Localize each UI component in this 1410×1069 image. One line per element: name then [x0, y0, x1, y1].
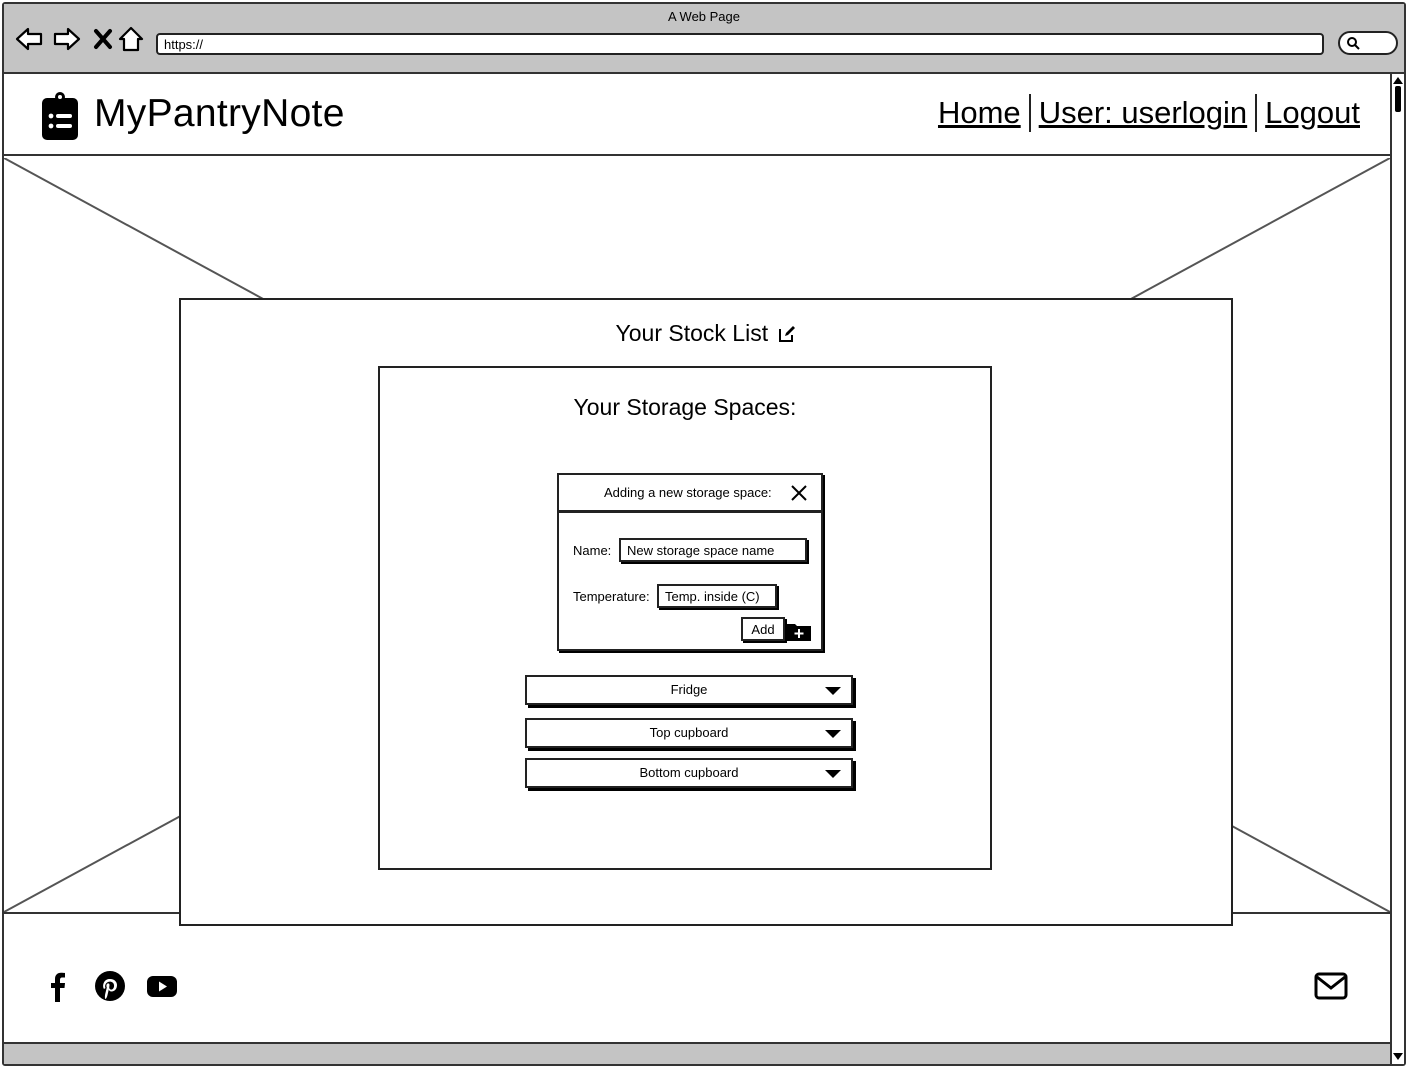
forward-arrow-icon	[53, 27, 81, 51]
forward-button[interactable]	[52, 24, 82, 54]
storage-item-top-cupboard[interactable]: Top cupboard	[525, 718, 853, 748]
modal-title: Adding a new storage space:	[604, 485, 772, 500]
storage-item-label: Bottom cupboard	[639, 765, 739, 780]
stock-list-heading: Your Stock List	[181, 320, 1231, 347]
mail-icon[interactable]	[1314, 972, 1348, 1000]
clipboard-list-icon	[42, 92, 78, 140]
browser-search-button[interactable]	[1338, 31, 1398, 55]
vertical-scrollbar[interactable]	[1390, 74, 1404, 1064]
edit-icon[interactable]	[778, 325, 796, 343]
youtube-icon[interactable]	[146, 970, 178, 1002]
page-viewport: MyPantryNote Home User: userlogin Logout…	[4, 74, 1390, 1042]
storage-item-label: Fridge	[670, 682, 708, 697]
chevron-down-icon	[825, 730, 841, 738]
browser-toolbar: A Web Page https://	[4, 4, 1404, 74]
storage-item-fridge[interactable]: Fridge	[525, 675, 853, 705]
main-nav: Home User: userlogin Logout	[930, 94, 1368, 132]
url-bar[interactable]: https://	[156, 33, 1324, 55]
scroll-up-icon[interactable]	[1393, 77, 1403, 84]
chevron-down-icon	[825, 687, 841, 695]
add-storage-modal: Adding a new storage space: Name: Temper…	[557, 473, 823, 651]
storage-item-label: Top cupboard	[649, 725, 729, 740]
scrollbar-thumb[interactable]	[1395, 86, 1401, 112]
temperature-label: Temperature:	[573, 589, 650, 604]
scroll-down-icon[interactable]	[1393, 1053, 1403, 1060]
pinterest-icon[interactable]	[94, 970, 126, 1002]
hero-image-placeholder: Your Stock List Your Storage Spaces: Add…	[4, 158, 1390, 926]
social-links	[42, 970, 178, 1002]
home-button[interactable]	[116, 24, 146, 54]
site-header: MyPantryNote Home User: userlogin Logout	[4, 74, 1390, 156]
facebook-icon[interactable]	[42, 970, 74, 1002]
storage-spaces-title: Your Storage Spaces:	[573, 394, 797, 420]
brand-name[interactable]: MyPantryNote	[94, 92, 345, 136]
site-footer	[4, 916, 1390, 1042]
browser-window: A Web Page https:// MyPantryNote Home Us…	[2, 2, 1406, 1066]
window-title: A Web Page	[667, 9, 741, 24]
storage-item-bottom-cupboard[interactable]: Bottom cupboard	[525, 758, 853, 788]
stock-list-panel: Your Stock List Your Storage Spaces: Add…	[179, 298, 1233, 926]
nav-logout-link[interactable]: Logout	[1257, 95, 1368, 131]
storage-name-input[interactable]	[619, 538, 807, 562]
chevron-down-icon	[825, 770, 841, 778]
home-icon	[118, 26, 144, 52]
search-icon	[1347, 37, 1360, 50]
nav-user-link[interactable]: User: userlogin	[1031, 95, 1255, 131]
close-icon[interactable]	[789, 483, 809, 503]
storage-spaces-panel: Your Storage Spaces: Adding a new storag…	[378, 366, 992, 870]
back-button[interactable]	[14, 24, 44, 54]
stock-list-title: Your Stock List	[615, 320, 769, 346]
name-label: Name:	[573, 543, 612, 558]
stop-button[interactable]	[88, 24, 118, 54]
nav-home-link[interactable]: Home	[930, 95, 1029, 131]
back-arrow-icon	[15, 27, 43, 51]
add-button[interactable]: Add	[741, 617, 785, 641]
folder-plus-icon[interactable]	[787, 621, 811, 641]
temperature-input[interactable]	[657, 584, 777, 608]
modal-header: Adding a new storage space:	[559, 475, 821, 513]
close-x-icon	[94, 29, 112, 49]
browser-status-bar	[4, 1042, 1390, 1064]
